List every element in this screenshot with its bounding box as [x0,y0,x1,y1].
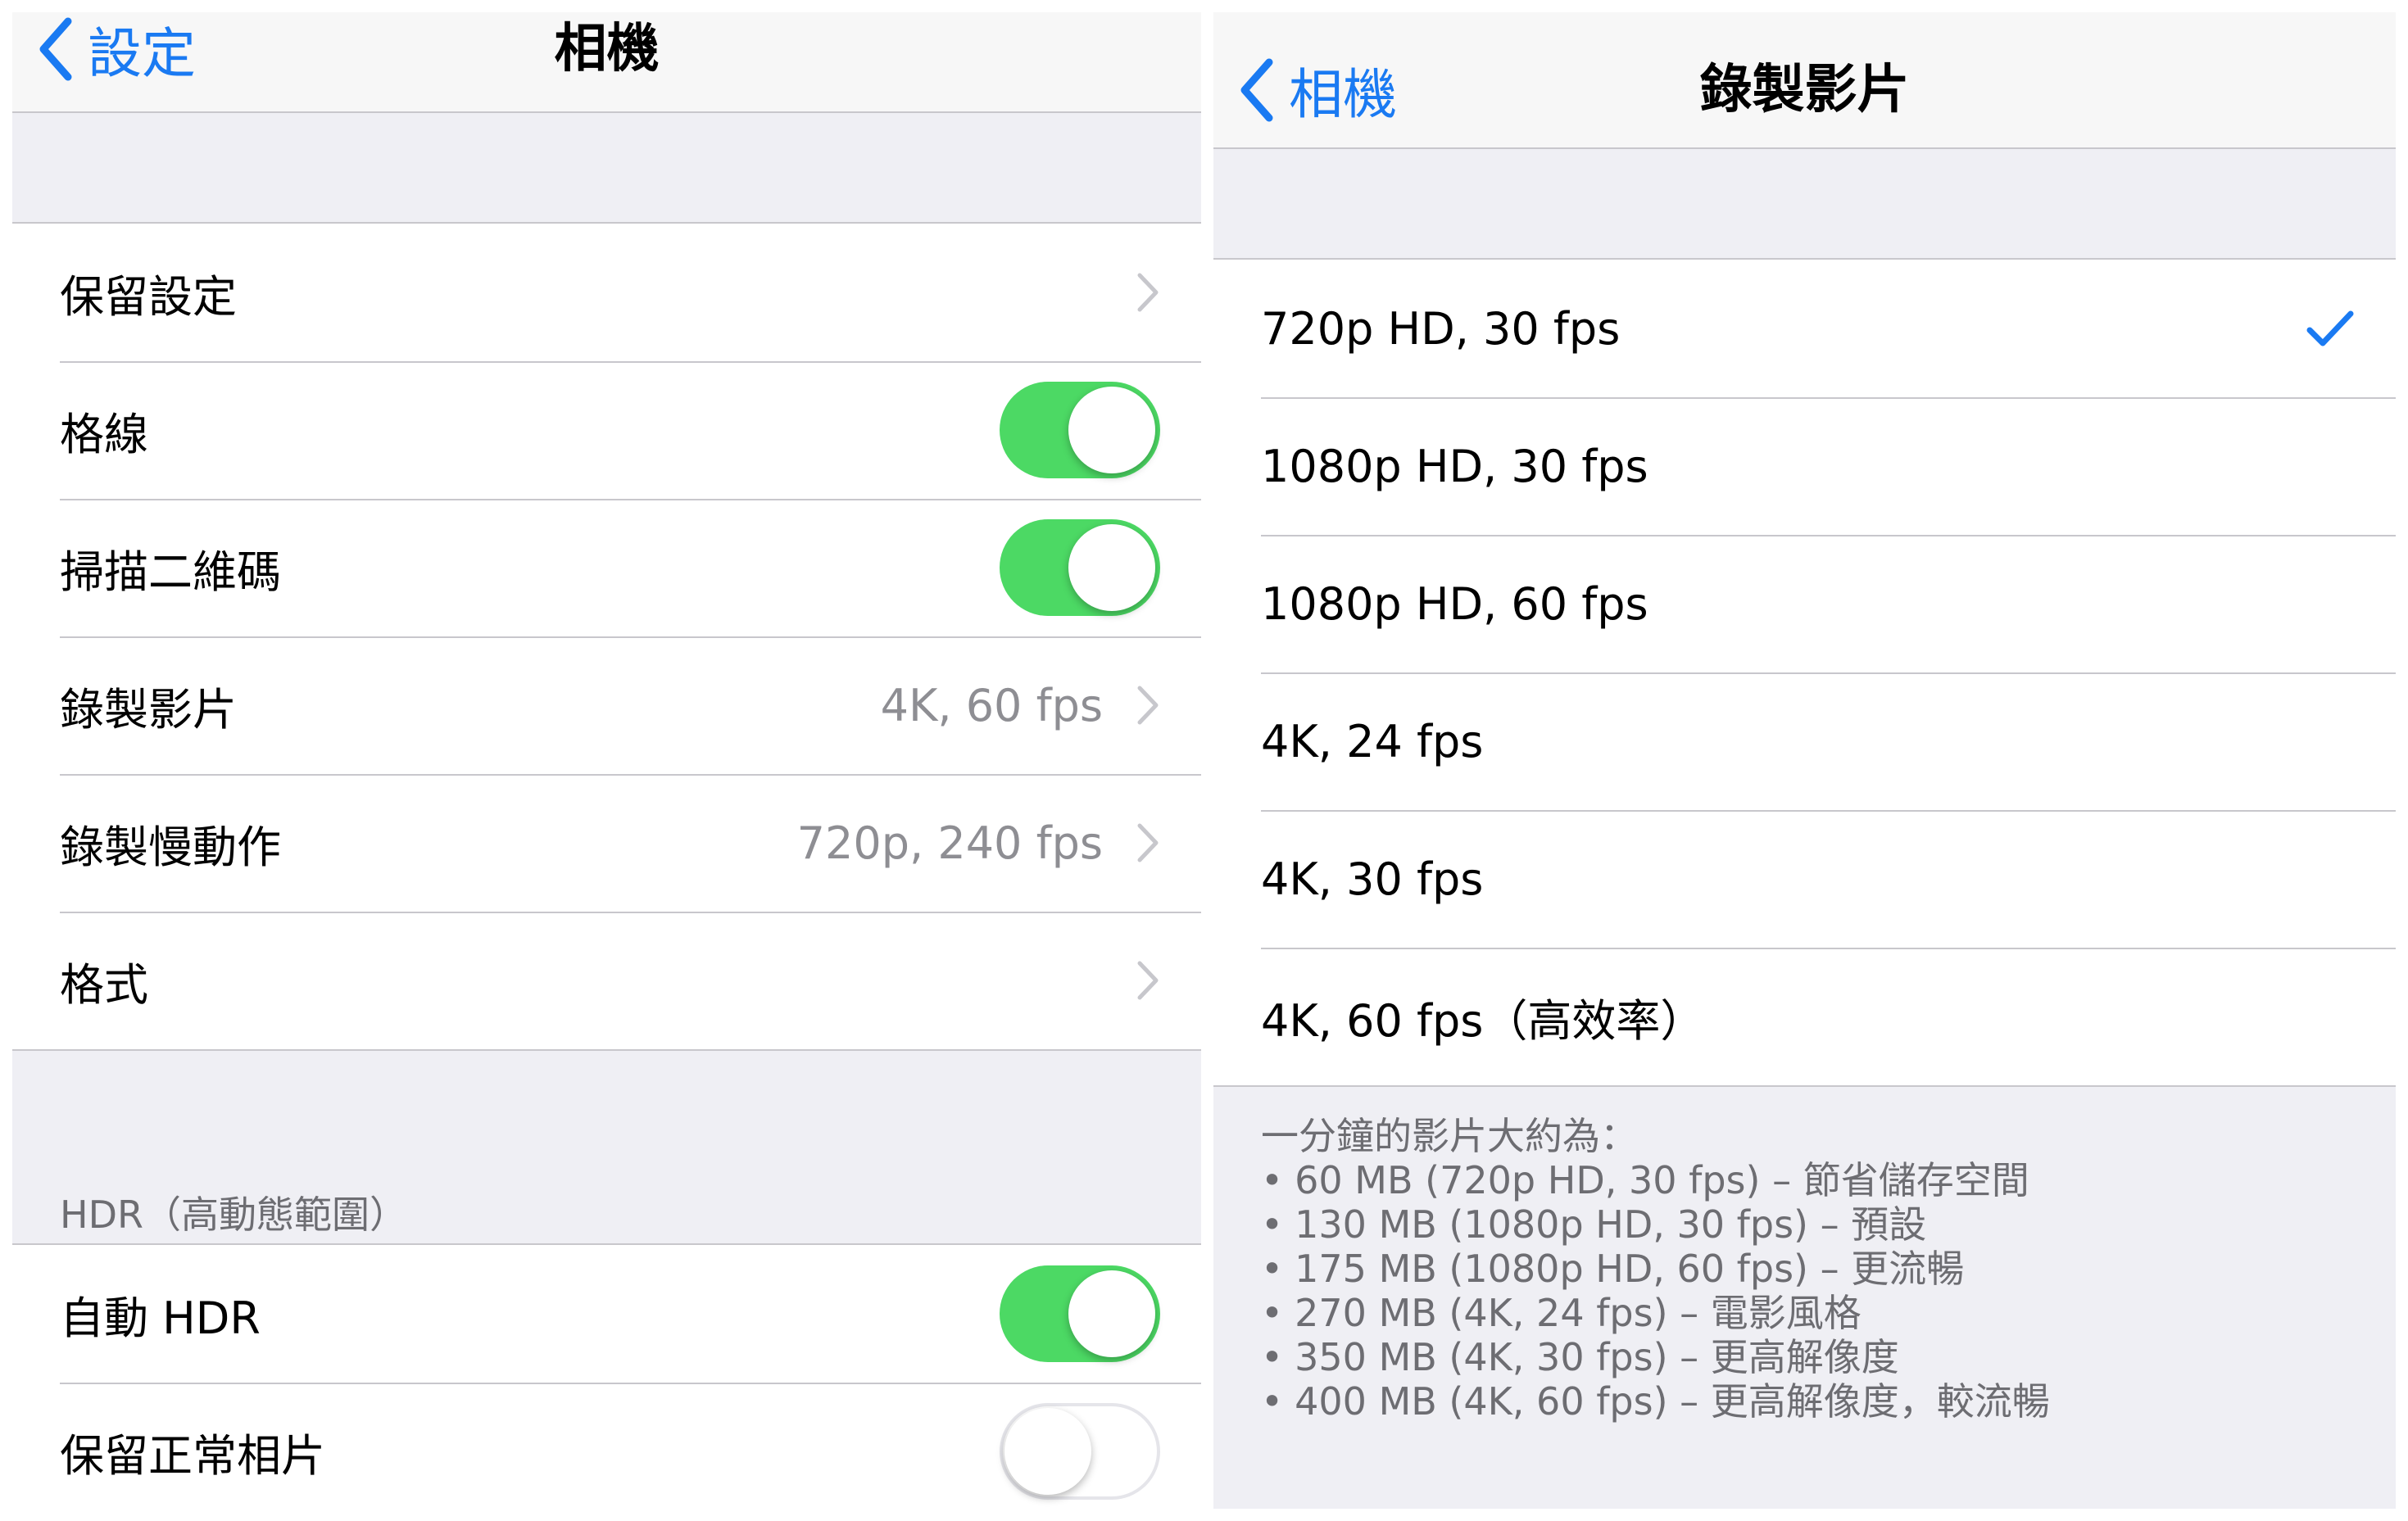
option-label: 4K, 24 fps [1261,715,1484,767]
grid-row: 格線 [12,361,1201,499]
auto-hdr-row: 自動 HDR [12,1245,1201,1383]
chevron-right-icon [1137,961,1159,1000]
row-label: 掃描二維碼 [60,545,281,598]
chevron-right-icon [1137,823,1159,862]
chevron-right-icon [1137,273,1159,312]
list-item: 270 MB (4K, 24 fps) – 電影風格 [1261,1291,2363,1335]
formats-row[interactable]: 格式 [12,912,1201,1049]
toggle-knob [1004,1408,1091,1495]
row-label: 錄製影片 [60,683,237,736]
hdr-group: 自動 HDR 保留正常相片 [12,1243,1201,1509]
checkmark-icon [2306,310,2354,346]
row-value: 720p, 240 fps [796,817,1103,869]
option-4k-24[interactable]: 4K, 24 fps [1213,672,2396,810]
option-4k-30[interactable]: 4K, 30 fps [1213,810,2396,948]
row-label: 保留正常相片 [60,1429,325,1482]
preserve-settings-row[interactable]: 保留設定 [12,224,1201,361]
camera-settings-panel: 設定 相機 保留設定 格線 掃描二維碼 錄製影片 4K, 60 fps 錄製慢動… [12,12,1201,1509]
option-label: 1080p HD, 30 fps [1261,440,1648,492]
size-info-footer: 一分鐘的影片大約為： 60 MB (720p HD, 30 fps) – 節省儲… [1261,1114,2363,1424]
list-item: 400 MB (4K, 60 fps) – 更高解像度，較流暢 [1261,1379,2363,1424]
row-value: 4K, 60 fps [880,679,1103,731]
option-4k-60-hevc[interactable]: 4K, 60 fps（高效率） [1213,948,2396,1085]
chevron-right-icon [1137,686,1159,725]
row-label: 保留設定 [60,270,237,323]
page-title: 錄製影片 [1699,60,1910,120]
row-label: 格線 [60,408,148,460]
toggle-knob [1068,1270,1155,1357]
toggle-knob [1068,387,1155,473]
auto-hdr-toggle[interactable] [1000,1265,1160,1362]
keep-normal-photo-row: 保留正常相片 [12,1383,1201,1509]
footer-intro: 一分鐘的影片大約為： [1261,1114,1638,1158]
record-video-navbar: 相機 錄製影片 [1213,12,2396,149]
option-label: 1080p HD, 60 fps [1261,577,1648,630]
scan-qr-toggle[interactable] [1000,519,1160,616]
keep-normal-photo-toggle[interactable] [1000,1403,1160,1500]
option-720p-30[interactable]: 720p HD, 30 fps [1213,260,2396,397]
video-format-options: 720p HD, 30 fps 1080p HD, 30 fps 1080p H… [1213,258,2396,1087]
record-video-row[interactable]: 錄製影片 4K, 60 fps [12,636,1201,774]
list-item: 60 MB (720p HD, 30 fps) – 節省儲存空間 [1261,1158,2363,1202]
page-title: 相機 [554,19,660,79]
size-info-list: 60 MB (720p HD, 30 fps) – 節省儲存空間 130 MB … [1261,1158,2363,1424]
camera-options-group: 保留設定 格線 掃描二維碼 錄製影片 4K, 60 fps 錄製慢動作 720p… [12,222,1201,1051]
record-video-panel: 相機 錄製影片 720p HD, 30 fps 1080p HD, 30 fps… [1213,12,2396,1509]
row-label: 格式 [60,958,148,1011]
toggle-knob [1068,524,1155,611]
list-item: 350 MB (4K, 30 fps) – 更高解像度 [1261,1335,2363,1379]
option-label: 4K, 60 fps（高效率） [1261,994,1705,1047]
camera-navbar: 設定 相機 [12,12,1201,113]
option-label: 4K, 30 fps [1261,853,1484,905]
option-label: 720p HD, 30 fps [1261,302,1621,355]
row-label: 錄製慢動作 [60,821,281,873]
scan-qr-row: 掃描二維碼 [12,499,1201,636]
grid-toggle[interactable] [1000,382,1160,478]
list-item: 130 MB (1080p HD, 30 fps) – 預設 [1261,1202,2363,1247]
hdr-section-header: HDR（高動態範圍） [60,1193,407,1237]
row-label: 自動 HDR [60,1292,261,1344]
record-slomo-row[interactable]: 錄製慢動作 720p, 240 fps [12,774,1201,912]
option-1080p-30[interactable]: 1080p HD, 30 fps [1213,397,2396,535]
list-item: 175 MB (1080p HD, 60 fps) – 更流暢 [1261,1247,2363,1291]
option-1080p-60[interactable]: 1080p HD, 60 fps [1213,535,2396,672]
